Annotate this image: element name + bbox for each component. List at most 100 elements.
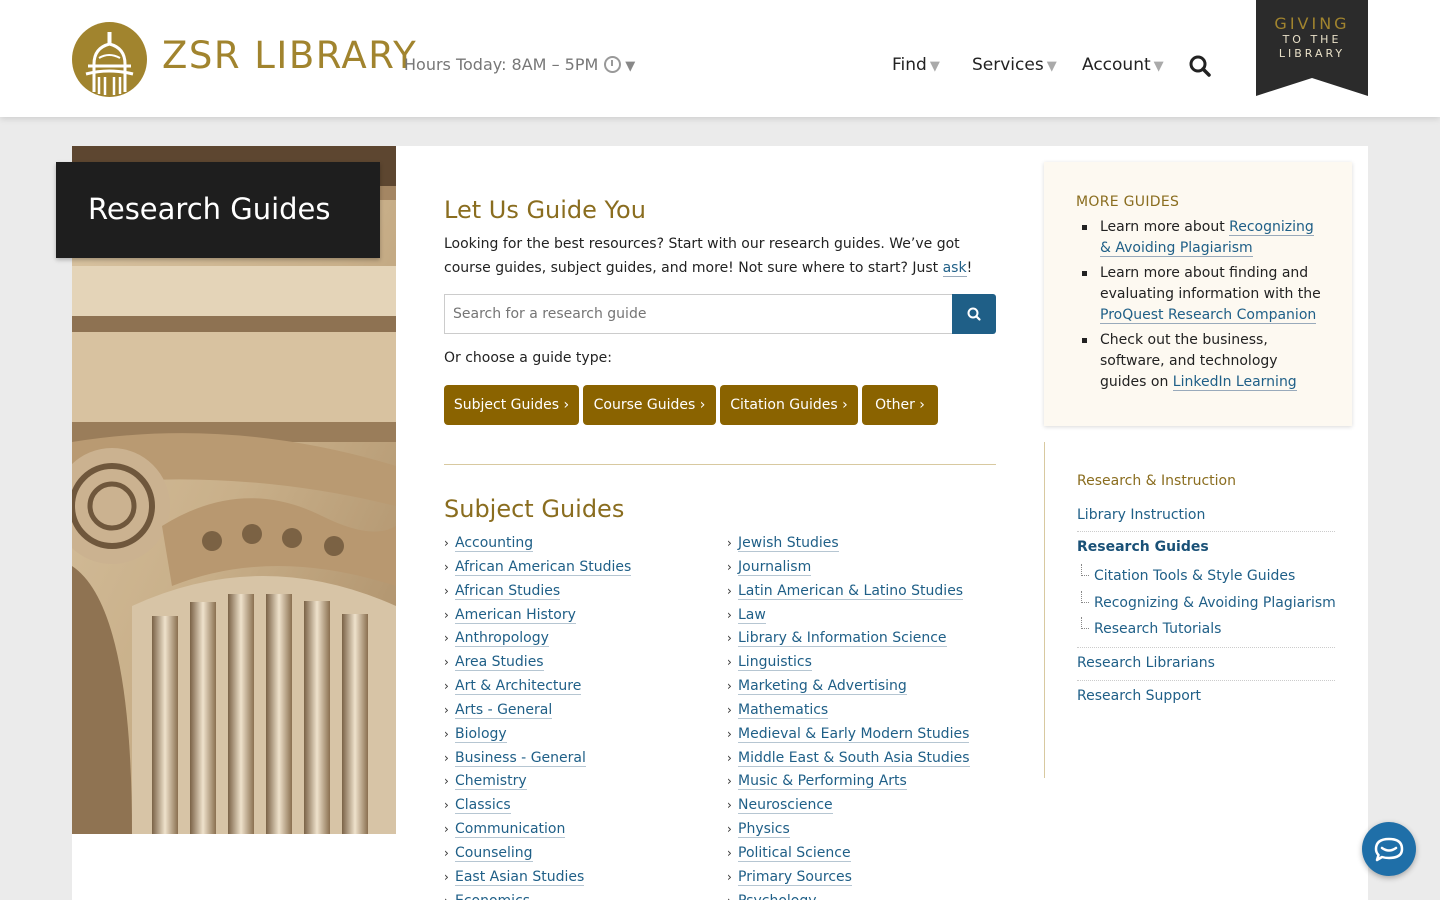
list-item: › Political Science xyxy=(727,843,970,867)
subject-guide-link[interactable]: Jewish Studies xyxy=(738,535,839,552)
subject-guide-link[interactable]: Library & Information Science xyxy=(738,630,947,648)
subject-guide-link[interactable]: American History xyxy=(455,606,576,624)
site-logo-text[interactable]: ZSR LIBRARY xyxy=(162,34,417,77)
list-item: › Classics xyxy=(444,795,631,819)
list-item: › Neuroscience xyxy=(727,795,970,819)
other-guides-button[interactable]: Other › xyxy=(862,385,938,425)
guide-search-input[interactable] xyxy=(444,294,953,334)
subject-guide-link[interactable]: East Asian Studies xyxy=(455,868,585,886)
subject-guide-link[interactable]: Latin American & Latino Studies xyxy=(738,582,964,600)
subject-guide-link[interactable]: Journalism xyxy=(738,558,812,576)
side-nav-heading[interactable]: Research & Instruction xyxy=(1077,473,1236,489)
chat-button[interactable] xyxy=(1362,822,1416,876)
side-nav-library-instruction[interactable]: Library Instruction xyxy=(1077,507,1335,523)
list-item: Learn more about finding and evaluating … xyxy=(1076,263,1326,326)
chevron-right-icon: › xyxy=(444,845,449,860)
guide-search-button[interactable] xyxy=(952,294,996,334)
chevron-right-icon: › xyxy=(444,559,449,574)
subject-guide-link[interactable]: Neuroscience xyxy=(738,797,833,815)
chevron-right-icon: › xyxy=(444,822,449,837)
subject-guide-link[interactable]: Physics xyxy=(738,821,790,839)
side-nav-research-tutorials[interactable]: Research Tutorials xyxy=(1094,621,1221,637)
citation-guides-button[interactable]: Citation Guides › xyxy=(720,385,858,425)
subject-guide-link[interactable]: Counseling xyxy=(455,844,533,862)
list-item: › Chemistry xyxy=(444,771,631,795)
zsr-logo-icon[interactable] xyxy=(72,22,147,97)
chevron-right-icon: › xyxy=(727,750,732,765)
subject-guide-link[interactable]: Medieval & Early Modern Studies xyxy=(738,725,970,743)
giving-sub-label: LIBRARY xyxy=(1278,47,1346,60)
hours-dropdown[interactable]: Hours Today: 8AM – 5PM ▼ xyxy=(404,55,635,74)
nav-services-label: Services xyxy=(972,55,1044,75)
subject-guide-link[interactable]: Accounting xyxy=(455,535,534,552)
subject-guide-link[interactable]: Communication xyxy=(455,821,566,839)
subject-guide-link[interactable]: African Studies xyxy=(455,582,561,600)
chevron-right-icon: › xyxy=(444,536,449,550)
nav-find[interactable]: Find ▼ xyxy=(892,55,940,75)
subject-list-right: › Jewish Studies › Journalism › Latin America… xyxy=(727,533,970,900)
list-item: ›Economics xyxy=(444,891,631,900)
subject-guide-link[interactable]: Economics xyxy=(455,892,531,900)
list-item: › Anthropology xyxy=(444,628,631,652)
list-item: › Journalism xyxy=(727,557,970,581)
subject-guide-link[interactable]: Anthropology xyxy=(455,630,549,648)
subject-guides-button[interactable]: Subject Guides › xyxy=(444,385,579,425)
more-guides-list: Learn more about Recognizing & Avoiding … xyxy=(1076,217,1326,397)
caret-down-icon: ▼ xyxy=(1153,59,1164,74)
subject-guide-link[interactable]: Chemistry xyxy=(455,773,527,791)
nav-services[interactable]: Services ▼ xyxy=(972,55,1057,75)
side-nav-research-support[interactable]: Research Support xyxy=(1077,688,1335,704)
subject-guide-link[interactable]: Biology xyxy=(455,725,507,743)
subject-guide-link[interactable]: Linguistics xyxy=(738,654,812,672)
page-title: Research Guides xyxy=(88,192,331,226)
subject-guide-link[interactable]: African American Studies xyxy=(455,558,632,576)
list-item: › Accounting xyxy=(444,533,631,557)
list-item: › American History xyxy=(444,605,631,629)
chevron-right-icon: › xyxy=(444,726,449,741)
proquest-link[interactable]: ProQuest Research Companion xyxy=(1100,307,1317,324)
subject-guide-link[interactable]: Law xyxy=(738,606,766,624)
list-item: › African Studies xyxy=(444,581,631,605)
subject-list-left: › Accounting › African American Studies › Afr… xyxy=(444,533,632,900)
page-title-box: Research Guides xyxy=(56,162,380,258)
more-guides-text: Learn more about xyxy=(1100,219,1230,235)
list-item: › Middle East & South Asia Studies xyxy=(727,748,970,772)
chevron-right-icon: › xyxy=(444,607,449,622)
more-guides-text: Learn more about finding and evaluating … xyxy=(1100,265,1321,302)
list-item: › Counseling xyxy=(444,843,631,867)
list-item: › Biology xyxy=(444,724,631,748)
nav-account[interactable]: Account ▼ xyxy=(1082,55,1164,75)
side-nav-plagiarism[interactable]: Recognizing & Avoiding Plagiarism xyxy=(1094,595,1336,611)
subject-guide-link[interactable]: Classics xyxy=(455,797,511,815)
subject-guide-link[interactable]: Business - General xyxy=(455,749,586,767)
subject-guide-link[interactable]: Area Studies xyxy=(455,654,544,672)
list-item: › Physics xyxy=(727,819,970,843)
more-guides-heading: MORE GUIDES xyxy=(1076,194,1180,210)
side-nav-separator xyxy=(1077,680,1335,681)
search-icon xyxy=(967,307,981,321)
subject-guide-link[interactable]: Arts - General xyxy=(455,701,553,719)
side-nav-research-librarians[interactable]: Research Librarians xyxy=(1077,655,1335,671)
search-icon[interactable] xyxy=(1189,55,1211,77)
subject-guide-link[interactable]: Political Science xyxy=(738,844,851,862)
giving-badge[interactable]: GIVING TO THE LIBRARY xyxy=(1256,0,1368,96)
subject-guide-link[interactable]: Primary Sources xyxy=(738,868,852,886)
chevron-right-icon: › xyxy=(727,536,732,550)
subject-guide-link[interactable]: Art & Architecture xyxy=(455,678,582,696)
chat-bubble-icon xyxy=(1374,837,1404,862)
subject-guide-link[interactable]: Mathematics xyxy=(738,701,829,719)
list-item: › Art & Architecture xyxy=(444,676,631,700)
side-nav-research-guides[interactable]: Research Guides xyxy=(1077,539,1335,555)
list-item: › Primary Sources xyxy=(727,867,970,891)
list-item: › Law xyxy=(727,605,970,629)
linkedin-learning-link[interactable]: LinkedIn Learning xyxy=(1172,374,1297,391)
course-guides-button[interactable]: Course Guides › xyxy=(583,385,716,425)
subject-guide-link[interactable]: Marketing & Advertising xyxy=(738,678,907,696)
list-item: › Library & Information Science xyxy=(727,628,970,652)
subject-guide-link[interactable]: Middle East & South Asia Studies xyxy=(738,749,970,767)
ask-link[interactable]: ask xyxy=(942,260,967,277)
side-nav-separator xyxy=(1077,647,1335,648)
subject-guide-link[interactable]: Psychology xyxy=(738,892,817,900)
side-nav-citation-tools[interactable]: Citation Tools & Style Guides xyxy=(1094,568,1295,584)
subject-guide-link[interactable]: Music & Performing Arts xyxy=(738,773,907,791)
